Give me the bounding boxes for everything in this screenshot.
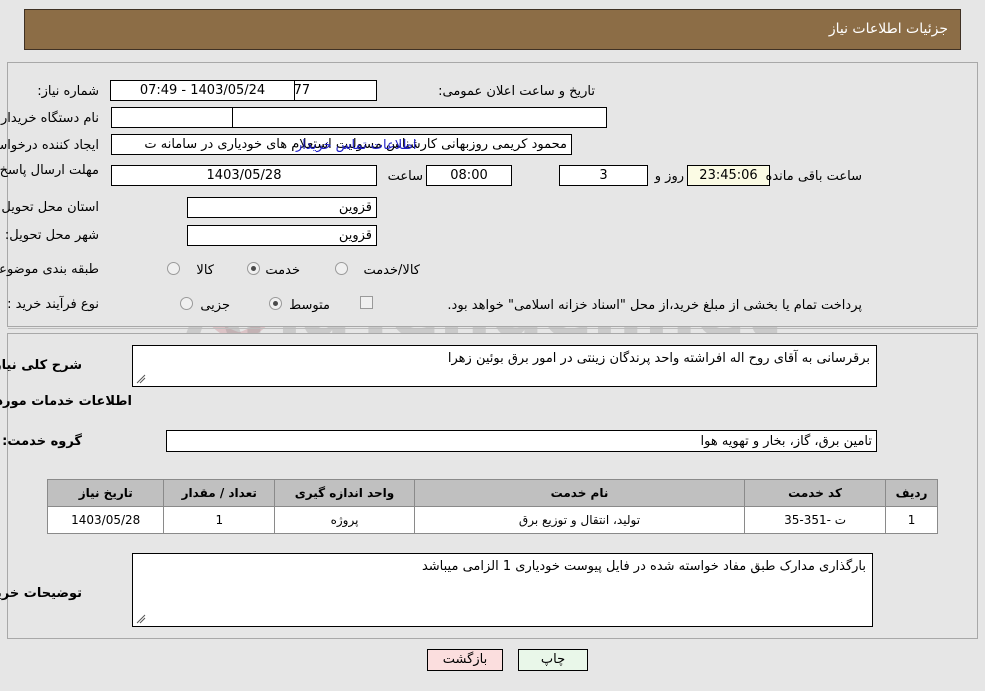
service-group-field[interactable]: تامین برق، گاز، بخار و تهویه هوا (166, 430, 877, 452)
delivery-city-field[interactable]: قزوین (187, 225, 377, 246)
back-button[interactable]: بازگشت (427, 649, 503, 671)
resize-grip-icon[interactable] (136, 614, 146, 624)
response-deadline-label: مهلت ارسال پاسخ: تا تاریخ: (0, 163, 99, 178)
deadline-date-field[interactable]: 1403/05/28 (111, 165, 377, 186)
purchase-process-label: نوع فرآیند خرید : (7, 297, 99, 312)
buyer-org-extra-field[interactable] (232, 107, 607, 128)
table-header-date: تاریخ نیاز (46, 479, 165, 507)
subject-category-label: طبقه بندی موضوعی: (0, 262, 99, 277)
category-radio-khedmat[interactable] (247, 262, 260, 275)
buyer-contact-link[interactable]: اطلاعات تماس خریدار (296, 138, 416, 153)
category-label-kala: کالا (196, 263, 214, 278)
request-creator-label: ایجاد کننده درخواست: (0, 138, 99, 153)
buyer-notes-textarea[interactable]: بارگذاری مدارک طبق مفاد خواسته شده در فا… (132, 553, 873, 627)
services-table: ردیف کد خدمت نام خدمت واحد اندازه گیری ت… (46, 479, 938, 534)
table-header-quantity: تعداد / مقدار (163, 479, 276, 507)
table-header-code: کد خدمت (744, 479, 887, 507)
general-desc-label: شرح کلی نیاز: (0, 358, 82, 373)
header-bar: جزئیات اطلاعات نیاز (24, 9, 961, 50)
countdown-value: 23:45:06 (699, 168, 758, 183)
process-radio-jozei[interactable] (180, 297, 193, 310)
countdown-field: 23:45:06 (687, 165, 770, 186)
table-header-radif: ردیف (885, 479, 938, 507)
category-label-khedmat: خدمت (265, 263, 300, 278)
general-desc-textarea[interactable]: برقرسانی به آقای روح اله افراشته واحد پر… (132, 345, 877, 387)
delivery-city-label: شهر محل تحویل: (4, 228, 99, 243)
buyer-org-label: نام دستگاه خریدار: (0, 111, 99, 126)
table-header-name: نام خدمت (413, 479, 746, 507)
buyer-notes-label: توضیحات خریدار: (0, 586, 82, 601)
hour-label: ساعت (387, 169, 423, 184)
general-desc-value: برقرسانی به آقای روح اله افراشته واحد پر… (447, 351, 870, 366)
remaining-hours-label: ساعت باقی مانده (765, 169, 862, 184)
announce-datetime-label: تاریخ و ساعت اعلان عمومی: (438, 84, 595, 99)
panel-divider (8, 328, 977, 329)
page-root: AriaTender.net جزئیات اطلاعات نیاز شماره… (0, 0, 985, 691)
cell-radif: 1 (885, 506, 938, 534)
treasury-bonds-checkbox[interactable] (360, 296, 373, 309)
need-number-label: شماره نیاز: (37, 84, 99, 99)
cell-code: ت -351-35 (744, 506, 887, 534)
process-radio-motevaset[interactable] (269, 297, 282, 310)
delivery-province-value: قزوین (338, 200, 372, 215)
delivery-city-value: قزوین (338, 228, 372, 243)
table-header-row: ردیف کد خدمت نام خدمت واحد اندازه گیری ت… (46, 479, 938, 507)
cell-name: تولید، انتقال و توزیع برق (413, 506, 746, 534)
deadline-hour-value: 08:00 (450, 168, 488, 183)
category-label-kala-khedmat: کالا/خدمت (363, 263, 420, 278)
announce-datetime-value: 1403/05/24 - 07:49 (139, 83, 266, 98)
delivery-province-label: استان محل تحویل: (0, 200, 99, 215)
days-label: روز و (654, 169, 684, 184)
table-header-unit: واحد اندازه گیری (274, 479, 415, 507)
need-info-panel (7, 62, 978, 327)
cell-quantity: 1 (163, 506, 276, 534)
remaining-days-field[interactable]: 3 (559, 165, 648, 186)
announce-datetime-field[interactable]: 1403/05/24 - 07:49 (110, 80, 295, 101)
cell-unit: پروژه (274, 506, 415, 534)
category-radio-kala[interactable] (167, 262, 180, 275)
resize-grip-icon[interactable] (136, 374, 146, 384)
buyer-notes-value: بارگذاری مدارک طبق مفاد خواسته شده در فا… (421, 559, 866, 574)
services-section-title: اطلاعات خدمات مورد نیاز (0, 394, 132, 409)
category-radio-kala-khedmat[interactable] (335, 262, 348, 275)
cell-date: 1403/05/28 (46, 506, 165, 534)
delivery-province-field[interactable]: قزوین (187, 197, 377, 218)
print-button[interactable]: چاپ (518, 649, 588, 671)
deadline-date-value: 1403/05/28 (206, 168, 282, 183)
process-label-jozei: جزیی (200, 298, 230, 313)
remaining-days-value: 3 (599, 168, 608, 183)
process-label-motevaset: متوسط (289, 298, 330, 313)
service-group-label: گروه خدمت: (2, 434, 82, 449)
page-title: جزئیات اطلاعات نیاز (828, 21, 948, 37)
table-row: 1 ت -351-35 تولید، انتقال و توزیع برق پر… (46, 506, 938, 534)
service-group-value: تامین برق، گاز، بخار و تهویه هوا (700, 433, 872, 449)
deadline-hour-field[interactable]: 08:00 (426, 165, 512, 186)
treasury-bonds-text: پرداخت تمام یا بخشی از مبلغ خرید،از محل … (447, 298, 862, 313)
